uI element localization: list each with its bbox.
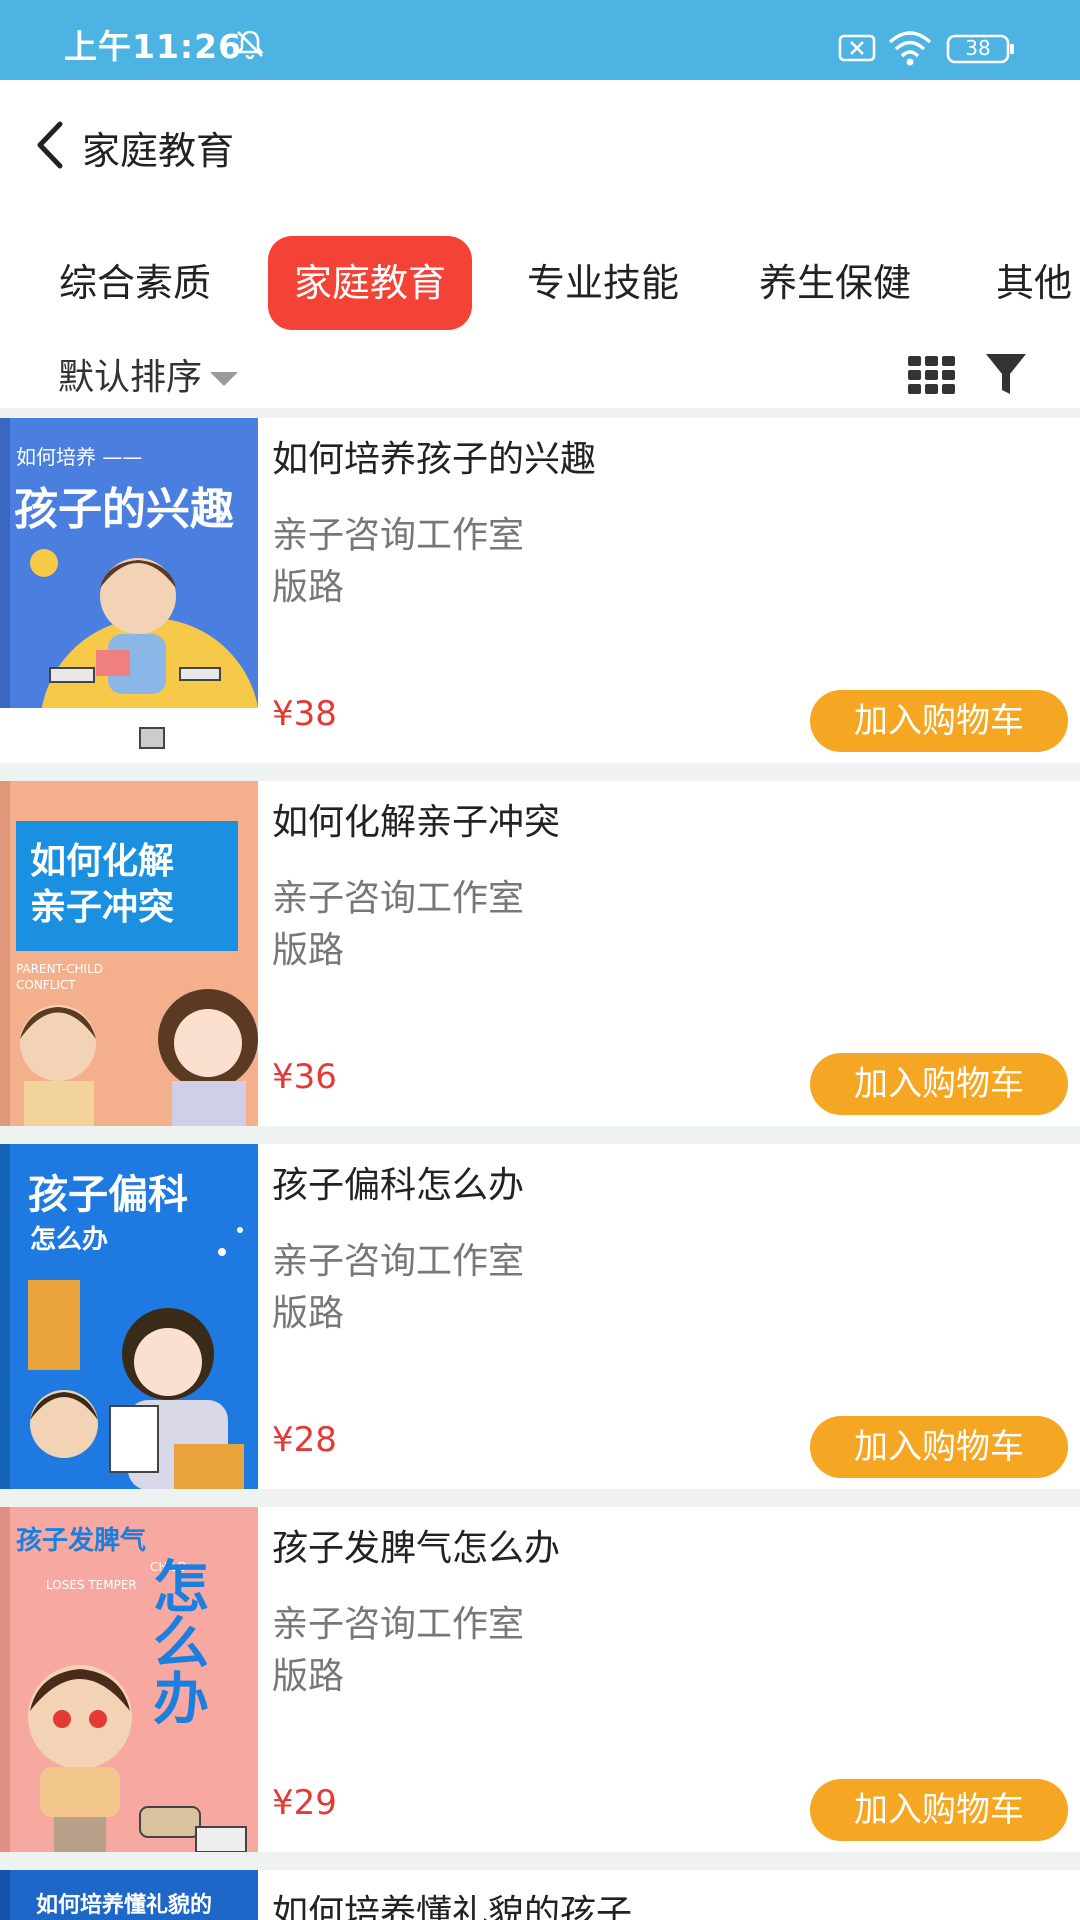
divider	[0, 763, 1080, 781]
product-publisher: 版路	[272, 1293, 345, 1334]
product-title[interactable]: 如何培养懂礼貌的孩子	[272, 1884, 632, 1920]
product-author: 亲子咨询工作室	[272, 1604, 525, 1645]
cover-text: 孩子的兴趣	[14, 484, 234, 535]
tab-family-education[interactable]: 家庭教育	[268, 236, 472, 330]
book-cover-image[interactable]: 孩子偏科 怎么办	[0, 1144, 258, 1489]
tab-health[interactable]: 养生保健	[740, 236, 930, 330]
add-to-cart-button[interactable]: 加入购物车	[810, 1053, 1068, 1115]
product-item[interactable]: 如何培养懂礼貌的 如何培养懂礼貌的孩子	[0, 1870, 1080, 1920]
product-price: ¥28	[272, 1420, 337, 1460]
cover-text: CONFLICT	[16, 978, 76, 992]
tab-other[interactable]: 其他	[996, 236, 1080, 330]
product-publisher: 版路	[272, 930, 345, 971]
product-title[interactable]: 如何培养孩子的兴趣	[272, 430, 596, 482]
back-icon[interactable]	[30, 118, 70, 172]
cover-text: 如何培养懂礼貌的	[36, 1892, 212, 1918]
sort-bar: 默认排序	[0, 340, 1080, 408]
product-item[interactable]: 孩子偏科 怎么办 孩子偏科怎么办 亲子咨询工作室 版路 ¥28 加入购物车	[0, 1144, 1080, 1489]
product-price: ¥38	[272, 694, 337, 734]
cover-text: PARENT-CHILD	[16, 962, 103, 976]
status-bar: 上午11:26 38	[0, 0, 1080, 80]
caret-down-icon[interactable]	[208, 368, 240, 388]
product-price: ¥36	[272, 1057, 337, 1097]
cover-text: 怎么办	[144, 1557, 209, 1725]
book-cover-image[interactable]: 如何培养懂礼貌的	[0, 1870, 258, 1920]
app-header: 家庭教育	[0, 80, 1080, 210]
product-item[interactable]: 孩子发脾气 CHILD LOSES TEMPER 怎么办 孩子发脾气怎么办 亲子…	[0, 1507, 1080, 1852]
wifi-icon	[888, 31, 932, 66]
tab-comprehensive[interactable]: 综合素质	[40, 236, 230, 330]
product-publisher: 版路	[272, 567, 345, 608]
sort-dropdown[interactable]: 默认排序	[58, 348, 202, 400]
product-title[interactable]: 如何化解亲子冲突	[272, 793, 560, 845]
product-title[interactable]: 孩子发脾气怎么办	[272, 1519, 560, 1571]
bell-off-icon	[236, 30, 264, 60]
cover-text: 如何培养 ——	[16, 445, 142, 469]
divider	[0, 408, 1080, 418]
add-to-cart-button[interactable]: 加入购物车	[810, 1779, 1068, 1841]
filter-icon[interactable]	[984, 350, 1028, 398]
page-title: 家庭教育	[82, 129, 235, 173]
sim-x-icon	[838, 34, 876, 62]
category-tabs: 综合素质 家庭教育 专业技能 养生保健 其他	[0, 230, 1080, 334]
cover-text: LOSES TEMPER	[46, 1578, 137, 1592]
product-author: 亲子咨询工作室	[272, 1241, 525, 1282]
add-to-cart-button[interactable]: 加入购物车	[810, 1416, 1068, 1478]
product-author: 亲子咨询工作室	[272, 878, 525, 919]
book-cover-image[interactable]: 孩子发脾气 CHILD LOSES TEMPER 怎么办	[0, 1507, 258, 1852]
product-author: 亲子咨询工作室	[272, 515, 525, 556]
divider	[0, 1489, 1080, 1507]
cover-text: 孩子发脾气	[16, 1525, 146, 1556]
product-item[interactable]: 如何化解 亲子冲突 PARENT-CHILD CONFLICT 如何化解亲子冲突…	[0, 781, 1080, 1126]
product-item[interactable]: 如何培养 —— 孩子的兴趣 如何培养孩子的兴趣 亲子咨询工作室 版路 ¥38 加…	[0, 418, 1080, 763]
divider	[0, 1852, 1080, 1870]
cover-text: 孩子偏科	[28, 1172, 188, 1218]
grid-view-icon[interactable]	[906, 354, 958, 396]
add-to-cart-button[interactable]: 加入购物车	[810, 690, 1068, 752]
product-publisher: 版路	[272, 1656, 345, 1697]
book-cover-image[interactable]: 如何培养 —— 孩子的兴趣	[0, 418, 258, 763]
divider	[0, 1126, 1080, 1144]
cover-text: 怎么办	[30, 1224, 108, 1255]
cover-text: 亲子冲突	[30, 887, 174, 928]
product-title[interactable]: 孩子偏科怎么办	[272, 1156, 524, 1208]
status-time: 上午11:26	[64, 27, 243, 66]
tab-professional-skills[interactable]: 专业技能	[508, 236, 698, 330]
battery-level: 38	[965, 36, 991, 60]
product-price: ¥29	[272, 1783, 337, 1823]
book-cover-image[interactable]: 如何化解 亲子冲突 PARENT-CHILD CONFLICT	[0, 781, 258, 1126]
cover-text: 如何化解	[30, 841, 174, 882]
